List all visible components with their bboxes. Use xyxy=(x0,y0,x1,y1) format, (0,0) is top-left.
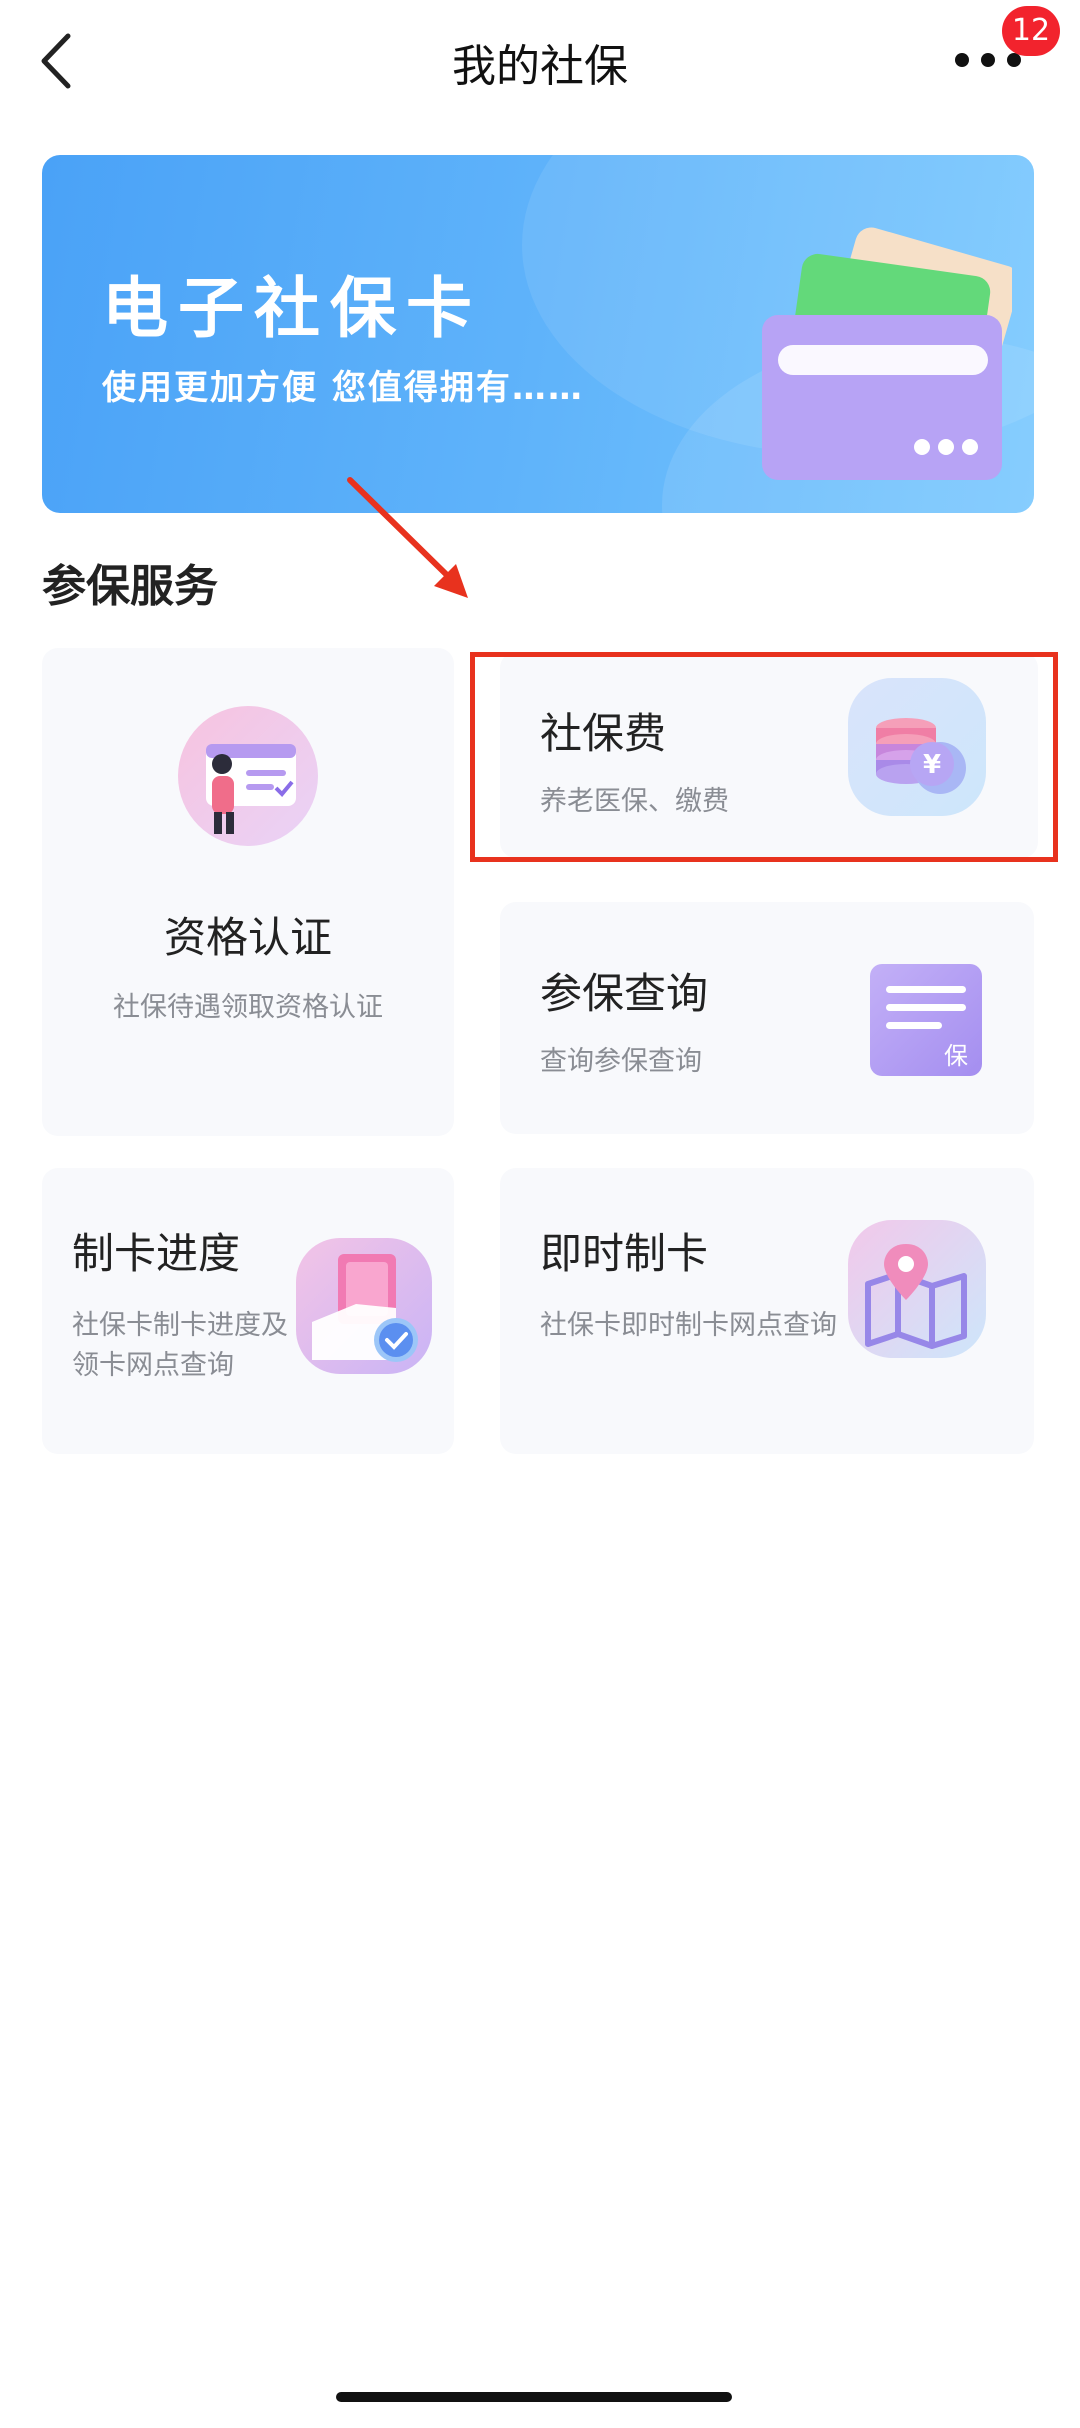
annotation-highlight-box xyxy=(470,652,1058,862)
annotation-arrow-icon xyxy=(347,477,468,598)
icon-label: 保 xyxy=(944,1042,968,1070)
map-location-icon xyxy=(848,1220,986,1358)
notification-badge: 12 xyxy=(1002,6,1060,56)
section-title: 参保服务 xyxy=(42,561,218,612)
qualification-tile[interactable]: 资格认证 社保待遇领取资格认证 xyxy=(42,648,454,1136)
e-social-card-banner[interactable]: 电子社保卡 使用更加方便 您值得拥有…… xyxy=(42,155,1034,513)
page-title: 我的社保 xyxy=(452,41,628,92)
tile-description: 社保卡即时制卡网点查询 xyxy=(540,1310,837,1341)
home-indicator[interactable] xyxy=(336,2392,732,2402)
social-security-card-icon xyxy=(762,227,1012,480)
tile-title: 参保查询 xyxy=(540,969,709,1018)
tile-title: 即时制卡 xyxy=(540,1229,709,1278)
card-progress-tile[interactable]: 制卡进度 社保卡制卡进度及领卡网点查询 xyxy=(42,1168,454,1454)
nav-bar: 我的社保 12 xyxy=(0,0,1080,120)
banner-title: 电子社保卡 xyxy=(102,270,482,347)
card-check-icon xyxy=(296,1238,432,1374)
tile-description: 查询参保查询 xyxy=(540,1046,702,1077)
instant-card-tile[interactable]: 即时制卡 社保卡即时制卡网点查询 xyxy=(500,1168,1034,1454)
tile-description: 社保卡制卡进度及领卡网点查询 xyxy=(72,1310,288,1381)
document-bao-icon: 保 xyxy=(870,964,982,1076)
insurance-query-tile[interactable]: 参保查询 查询参保查询 保 xyxy=(500,902,1034,1134)
tile-description: 社保待遇领取资格认证 xyxy=(113,992,383,1023)
person-card-icon xyxy=(178,706,318,846)
tile-title: 制卡进度 xyxy=(72,1229,241,1278)
banner-subtitle: 使用更加方便 您值得拥有…… xyxy=(102,368,584,408)
tile-title: 资格认证 xyxy=(163,913,332,962)
